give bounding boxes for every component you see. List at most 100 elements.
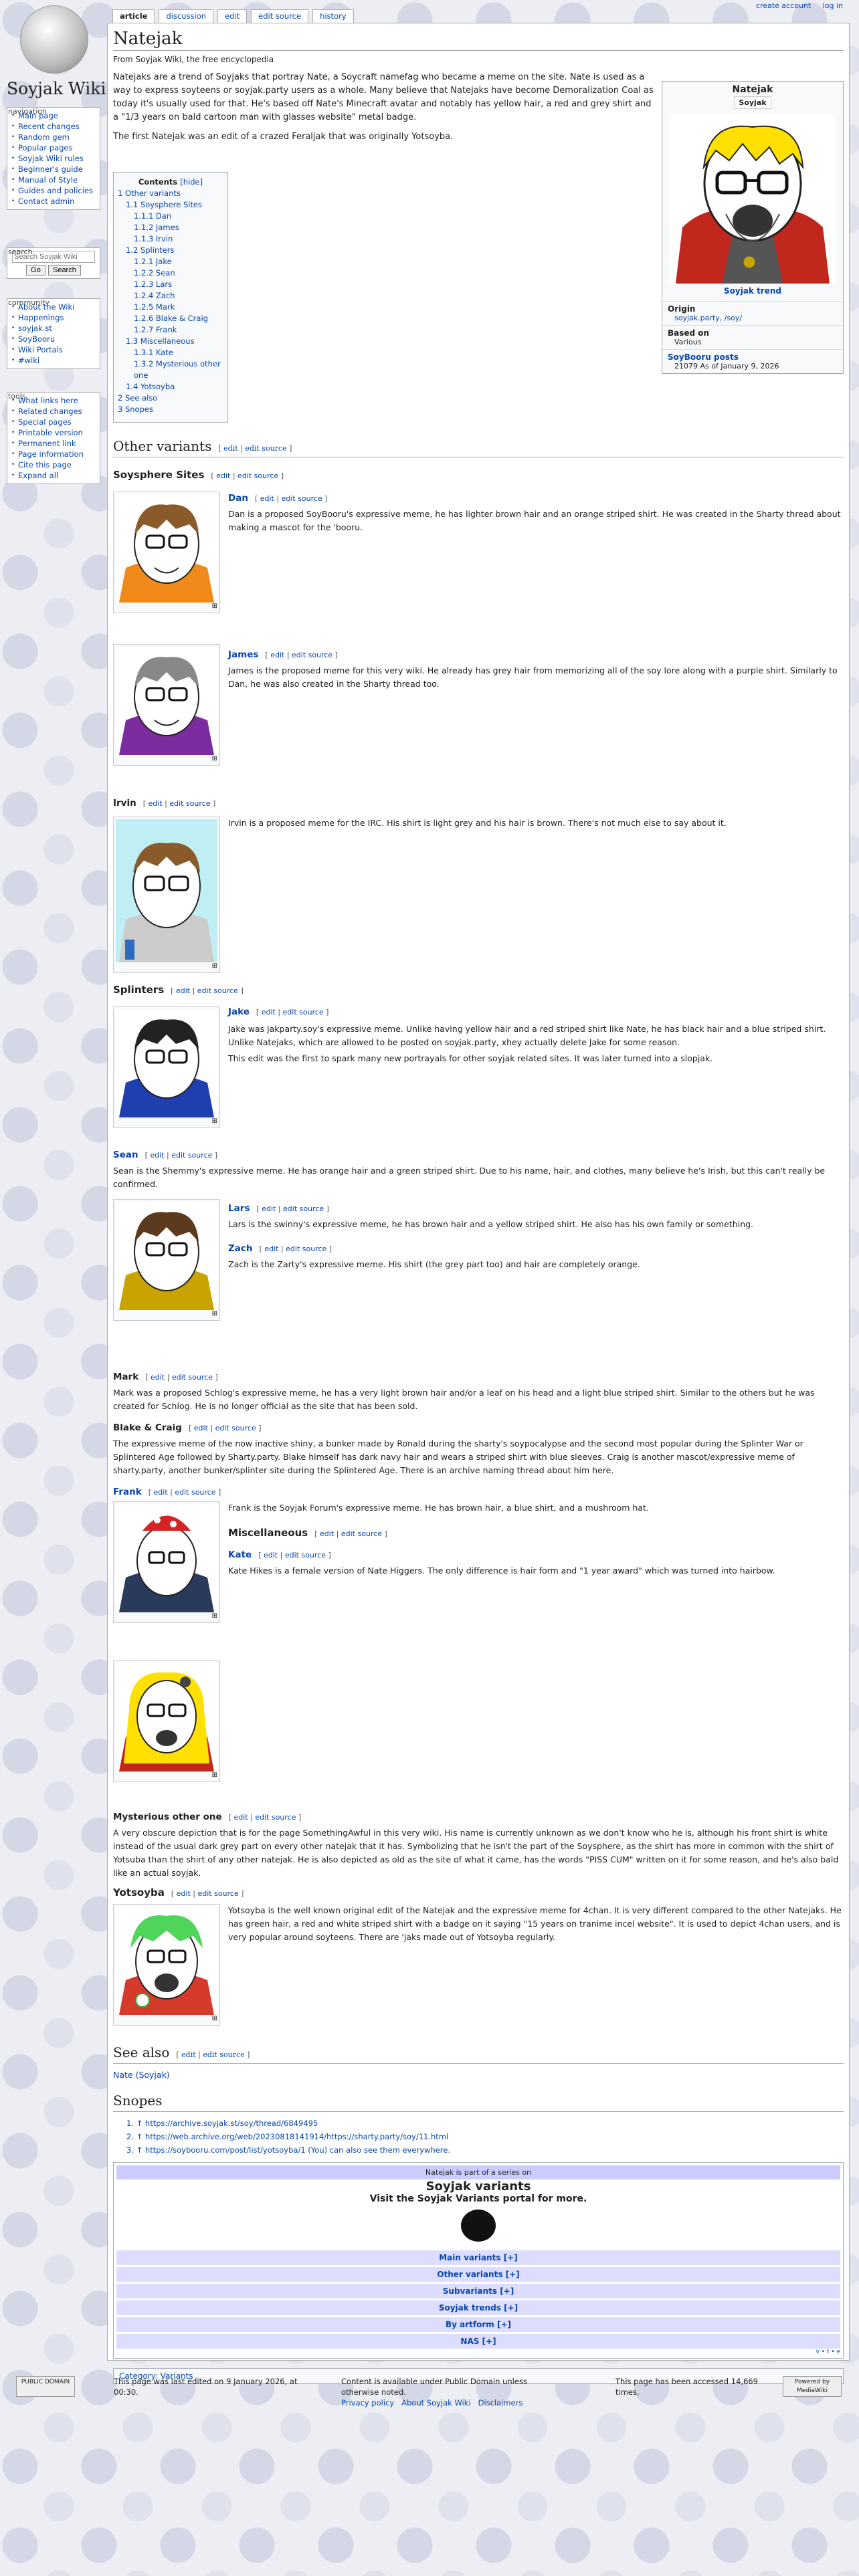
navbox-vte[interactable]: v • t • e <box>116 2349 840 2355</box>
tools-expand-all[interactable]: Expand all <box>11 470 96 481</box>
mediawiki-badge[interactable]: Powered by MediaWiki <box>783 2376 842 2397</box>
edit-link[interactable]: edit <box>216 471 230 480</box>
edit-link[interactable]: edit <box>181 2050 196 2059</box>
toc-item[interactable]: 1 Other variants <box>118 188 223 199</box>
tab-edit[interactable]: edit <box>217 9 248 23</box>
reference-item[interactable]: 3. ↑ https://soybooru.com/post/list/yots… <box>126 2143 836 2157</box>
login-link[interactable]: log in <box>823 1 843 10</box>
natejak-image[interactable] <box>669 114 836 284</box>
toc-item[interactable]: 1.3.1 Kate <box>118 347 223 358</box>
edit-link[interactable]: edit <box>194 1424 208 1432</box>
edit-source-link[interactable]: edit source <box>169 799 210 808</box>
site-logo[interactable]: Soyjak Wiki <box>7 4 106 104</box>
toc-item[interactable]: 1.2.2 Sean <box>118 267 223 279</box>
navbox-group[interactable]: Soyjak trends [+] <box>116 2300 840 2315</box>
nav-manual-of-style[interactable]: Manual of Style <box>11 175 96 185</box>
edit-link[interactable]: edit <box>223 444 238 453</box>
magnify-icon[interactable]: ⊞ <box>116 1117 217 1125</box>
magnify-icon[interactable]: ⊞ <box>116 755 217 763</box>
public-domain-badge[interactable]: PUBLIC DOMAIN <box>16 2376 75 2397</box>
edit-link[interactable]: edit <box>264 1551 278 1560</box>
navbox-group[interactable]: NAS [+] <box>116 2334 840 2349</box>
dan-thumbnail[interactable]: ⊞ <box>113 492 220 613</box>
toc-item[interactable]: 1.2.1 Jake <box>118 256 223 267</box>
irvin-thumbnail[interactable]: ⊞ <box>113 817 220 973</box>
toc-item[interactable]: 1.1.2 James <box>118 222 223 233</box>
edit-source-link[interactable]: edit source <box>237 471 278 480</box>
edit-source-link[interactable]: edit source <box>245 444 286 453</box>
navbox-portal-link[interactable]: Visit the Soyjak Variants portal for mor… <box>116 2193 840 2204</box>
edit-link[interactable]: edit <box>260 494 274 503</box>
magnify-icon[interactable]: ⊞ <box>116 1612 217 1620</box>
tools-printable-version[interactable]: Printable version <box>11 427 96 438</box>
edit-source-link[interactable]: edit source <box>255 1813 296 1822</box>
edit-source-link[interactable]: edit source <box>283 1008 324 1016</box>
edit-link[interactable]: edit <box>264 1245 278 1253</box>
edit-link[interactable]: edit <box>262 1204 276 1213</box>
see-also-link[interactable]: Nate (Soyjak) <box>113 2068 170 2082</box>
go-button[interactable]: Go <box>26 265 45 276</box>
create-account-link[interactable]: create account <box>756 1 811 10</box>
edit-source-link[interactable]: edit source <box>197 1889 238 1898</box>
edit-source-link[interactable]: edit source <box>172 1373 213 1382</box>
edit-link[interactable]: edit <box>233 1813 248 1822</box>
edit-source-link[interactable]: edit source <box>215 1424 256 1432</box>
toc-item[interactable]: 1.1.1 Dan <box>118 211 223 222</box>
edit-link[interactable]: edit <box>151 1373 165 1382</box>
reference-item[interactable]: 2. ↑ https://web.archive.org/web/2023081… <box>126 2130 836 2143</box>
community-wiki-portals[interactable]: Wiki Portals <box>11 344 96 355</box>
community-soybooru[interactable]: SoyBooru <box>11 334 96 344</box>
magnify-icon[interactable]: ⊞ <box>116 1310 217 1318</box>
magnify-icon[interactable]: ⊞ <box>116 603 217 611</box>
tab-history[interactable]: history <box>312 9 354 23</box>
edit-source-link[interactable]: edit source <box>341 1529 382 1538</box>
frank-thumbnail[interactable]: ⊞ <box>113 1501 220 1623</box>
tools-permanent-link[interactable]: Permanent link <box>11 438 96 449</box>
toc-item[interactable]: 1.3 Miscellaneous <box>118 336 223 347</box>
edit-source-link[interactable]: edit source <box>285 1551 326 1560</box>
edit-source-link[interactable]: edit source <box>283 1204 324 1213</box>
toc-item[interactable]: 1.2.7 Frank <box>118 324 223 336</box>
toc-item[interactable]: 1.2 Splinters <box>118 245 223 256</box>
toc-item[interactable]: 1.3.2 Mysterious other one <box>118 358 223 381</box>
kate-thumbnail[interactable]: ⊞ <box>113 1660 220 1782</box>
navbox-group[interactable]: Subvariants [+] <box>116 2284 840 2298</box>
tools-what-links-here[interactable]: What links here <box>11 395 96 406</box>
tab-article[interactable]: article <box>112 9 155 23</box>
magnify-icon[interactable]: ⊞ <box>116 962 217 970</box>
community-wiki-irc[interactable]: #wiki <box>11 355 96 366</box>
toc-item[interactable]: 1.1 Soysphere Sites <box>118 199 223 211</box>
edit-link[interactable]: edit <box>150 1151 164 1160</box>
infobox-origin-value[interactable]: soyjak.party, /soy/ <box>668 314 838 322</box>
tab-edit-source[interactable]: edit source <box>251 9 309 23</box>
tab-discussion[interactable]: discussion <box>159 9 214 23</box>
nav-recent-changes[interactable]: Recent changes <box>11 121 96 132</box>
toc-item[interactable]: 1.4 Yotsoyba <box>118 381 223 393</box>
toc-item[interactable]: 1.2.3 Lars <box>118 279 223 290</box>
nav-main-page[interactable]: Main page <box>11 110 96 121</box>
edit-source-link[interactable]: edit source <box>197 986 238 995</box>
disclaimers-link[interactable]: Disclaimers <box>478 2398 523 2407</box>
reference-item[interactable]: 1. ↑ https://archive.soyjak.st/soy/threa… <box>126 2117 836 2130</box>
edit-source-link[interactable]: edit source <box>286 1245 326 1253</box>
nav-random-gem[interactable]: Random gem <box>11 132 96 142</box>
tools-special-pages[interactable]: Special pages <box>11 417 96 427</box>
toc-item[interactable]: 1.2.6 Blake & Craig <box>118 313 223 324</box>
lars-thumbnail[interactable]: ⊞ <box>113 1199 220 1321</box>
toc-item[interactable]: 2 See also <box>118 393 223 404</box>
magnify-icon[interactable]: ⊞ <box>116 2015 217 2023</box>
magnify-icon[interactable]: ⊞ <box>116 1772 217 1780</box>
toc-item[interactable]: 3 Snopes <box>118 404 223 415</box>
toc-hide-toggle[interactable]: [hide] <box>180 177 203 187</box>
nav-guides-policies[interactable]: Guides and policies <box>11 185 96 196</box>
privacy-policy-link[interactable]: Privacy policy <box>341 2398 394 2407</box>
tools-page-information[interactable]: Page information <box>11 449 96 459</box>
edit-source-link[interactable]: edit source <box>203 2050 244 2059</box>
edit-link[interactable]: edit <box>320 1529 334 1538</box>
edit-link[interactable]: edit <box>154 1488 168 1497</box>
nav-beginners-guide[interactable]: Beginner's guide <box>11 164 96 175</box>
edit-link[interactable]: edit <box>176 986 190 995</box>
yotsoyba-thumbnail[interactable]: ⊞ <box>113 1904 220 2026</box>
navbox-group[interactable]: Main variants [+] <box>116 2250 840 2265</box>
community-soyjak-st[interactable]: soyjak.st <box>11 323 96 334</box>
